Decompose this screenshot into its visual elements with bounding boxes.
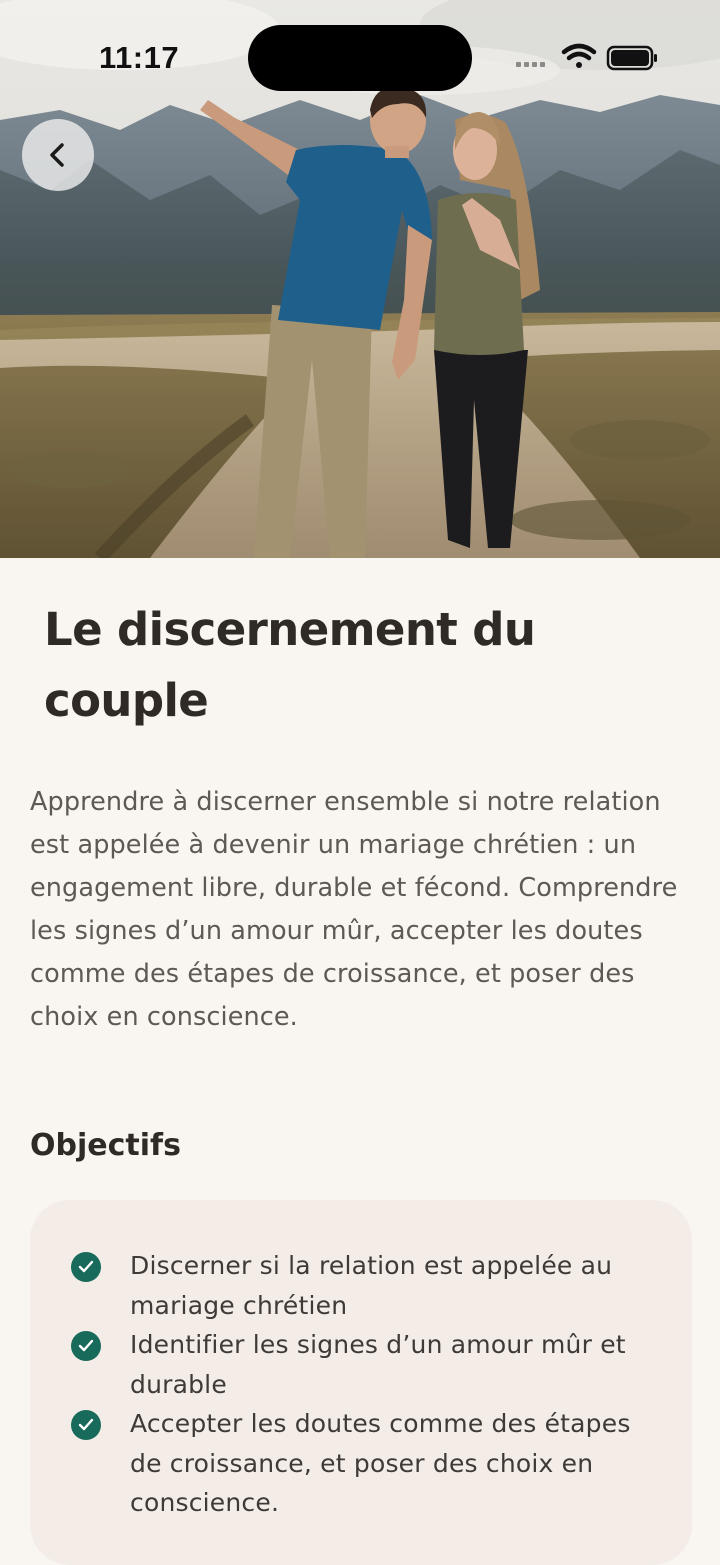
objectives-card: Discerner si la relation est appelée au … bbox=[30, 1200, 692, 1565]
status-time: 11:17 bbox=[99, 40, 180, 75]
objective-text: Accepter les doutes comme des étapes de … bbox=[130, 1409, 631, 1517]
course-detail-screen: 11:17 Le discernement du couple Apprendr… bbox=[0, 0, 720, 1565]
objective-text: Discerner si la relation est appelée au … bbox=[130, 1251, 613, 1320]
signal-icon bbox=[516, 62, 545, 67]
dynamic-island bbox=[248, 25, 472, 91]
objective-text: Identifier les signes d’un amour mûr et … bbox=[130, 1330, 626, 1399]
check-circle-icon bbox=[71, 1331, 101, 1361]
check-circle-icon bbox=[71, 1410, 101, 1440]
wifi-icon bbox=[561, 43, 597, 68]
status-bar: 11:17 bbox=[0, 0, 720, 110]
back-button[interactable] bbox=[22, 119, 94, 191]
chevron-left-icon bbox=[50, 143, 64, 167]
course-description: Apprendre à discerner ensemble si notre … bbox=[30, 787, 678, 1032]
hero-image: 11:17 bbox=[0, 0, 720, 558]
page-title: Le discernement du couple bbox=[44, 603, 536, 727]
status-icons bbox=[514, 40, 664, 76]
battery-icon bbox=[606, 45, 657, 71]
objectives-heading: Objectifs bbox=[30, 1128, 181, 1163]
check-circle-icon bbox=[71, 1252, 101, 1282]
